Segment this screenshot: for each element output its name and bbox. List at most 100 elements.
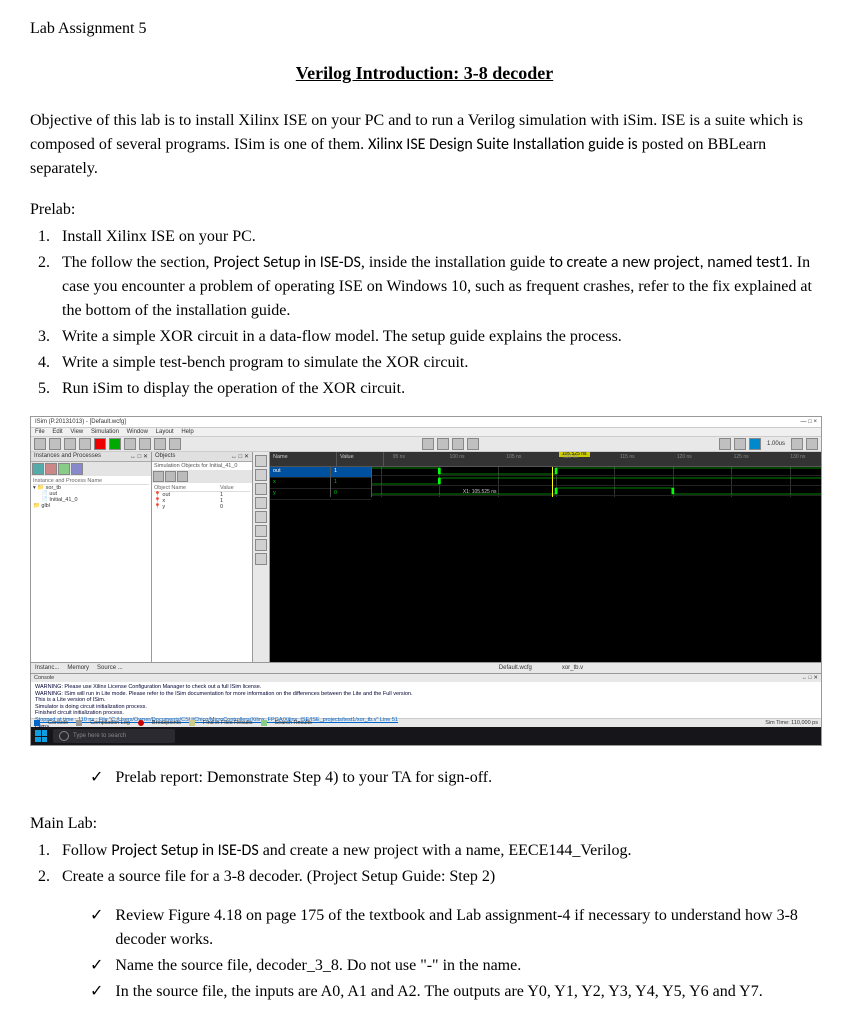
ml1-t1: Follow: [62, 842, 111, 859]
prelab-item-3: Write a simple XOR circuit in a data-flo…: [54, 325, 819, 349]
tab-source[interactable]: Source ...: [97, 665, 123, 671]
obj-title-text: Objects: [155, 453, 175, 459]
tab-breakpoints[interactable]: Breakpoints: [152, 720, 181, 726]
menu-layout[interactable]: Layout: [156, 429, 174, 435]
wave-value-header: Value: [337, 452, 384, 466]
tab-memory[interactable]: Memory: [67, 665, 89, 671]
wave-vertical-toolbar: [253, 452, 270, 662]
tree-icon[interactable]: [32, 463, 44, 475]
tab-search[interactable]: Search Results: [275, 720, 312, 726]
toolbar-icon[interactable]: [124, 438, 136, 450]
tree-item[interactable]: 📁 glbl: [33, 503, 149, 509]
wave-tool-icon[interactable]: [255, 525, 267, 537]
prelab2-t1: The follow the section,: [62, 254, 214, 271]
tab-verilog-file[interactable]: xor_tb.v: [562, 665, 583, 671]
wave-tool-icon[interactable]: [255, 539, 267, 551]
time-tick: 125 ns: [734, 454, 749, 460]
time-tick: 105 ns: [506, 454, 521, 460]
mainlab-list: Follow Project Setup in ISE-DS and creat…: [30, 839, 819, 889]
toolbar-icon[interactable]: [49, 438, 61, 450]
tree-icon[interactable]: [58, 463, 70, 475]
mainlab-check-1: Review Figure 4.18 on page 175 of the te…: [115, 904, 819, 952]
windows-taskbar: Type here to search: [31, 727, 821, 745]
signal-name[interactable]: x: [270, 478, 330, 489]
menu-simulation[interactable]: Simulation: [91, 429, 119, 435]
wave-tool-icon[interactable]: [255, 497, 267, 509]
wave-tool-icon[interactable]: [255, 483, 267, 495]
prelab-item-2: The follow the section, Project Setup in…: [54, 251, 819, 323]
tab-find[interactable]: Find in Files Results: [203, 720, 253, 726]
breakpoints-tab-icon: [138, 720, 144, 726]
tab-compilation[interactable]: Compilation Log: [90, 720, 130, 726]
tree-icon[interactable]: [45, 463, 57, 475]
prelab-item-1: Install Xilinx ISE on your PC.: [54, 225, 819, 249]
obj-toolbar-icon[interactable]: [165, 471, 176, 482]
obj-toolbar-icon[interactable]: [177, 471, 188, 482]
sim-objects-label: Simulation Objects for Initial_41_0: [152, 462, 252, 470]
compilation-tab-icon: [76, 720, 82, 726]
menu-view[interactable]: View: [70, 429, 83, 435]
toolbar-icon[interactable]: [169, 438, 181, 450]
console-tab-icon: [34, 720, 40, 726]
prelab-report: Prelab report: Demonstrate Step 4) to yo…: [115, 766, 492, 790]
toolbar-icon[interactable]: [467, 438, 479, 450]
prelab-item-4: Write a simple test-bench program to sim…: [54, 351, 819, 375]
toolbar-icon[interactable]: [154, 438, 166, 450]
toolbar-icon[interactable]: [422, 438, 434, 450]
obj-row[interactable]: 📍 y0: [154, 504, 250, 510]
wave-tool-icon[interactable]: [255, 511, 267, 523]
toolbar-icon[interactable]: [437, 438, 449, 450]
toolbar-icon[interactable]: [719, 438, 731, 450]
wave-tool-icon[interactable]: [255, 455, 267, 467]
toolbar-icon[interactable]: [791, 438, 803, 450]
check-icon: ✓: [90, 766, 103, 790]
wave-tool-icon[interactable]: [255, 553, 267, 565]
toolbar-icon[interactable]: [734, 438, 746, 450]
signal-value: 0: [331, 489, 371, 500]
objects-pane: Objects ↔ □ ✕ Simulation Objects for Ini…: [152, 452, 253, 662]
find-tab-icon: [189, 720, 195, 726]
windows-start-icon[interactable]: [35, 730, 47, 742]
time-tick: 130 ns: [790, 454, 805, 460]
check-icon: ✓: [90, 954, 103, 978]
wave-tool-icon[interactable]: [255, 469, 267, 481]
ml1-t2: Project Setup in ISE-DS: [111, 841, 258, 860]
toolbar-icon[interactable]: [64, 438, 76, 450]
window-titlebar: ISim (P.20131013) - [Default.wcfg] — □ ×: [31, 417, 821, 428]
mainlab-check-2: Name the source file, decoder_3_8. Do no…: [115, 954, 521, 978]
doc-title: Verilog Introduction: 3-8 decoder: [30, 63, 819, 84]
menu-help[interactable]: Help: [181, 429, 193, 435]
obj-toolbar-icon[interactable]: [153, 471, 164, 482]
signal-name[interactable]: y: [270, 489, 330, 500]
signal-name[interactable]: out: [270, 467, 330, 478]
objects-title: Objects ↔ □ ✕: [152, 452, 252, 462]
menu-file[interactable]: File: [35, 429, 45, 435]
objective-paragraph: Objective of this lab is to install Xili…: [30, 109, 819, 181]
obj-col-name: Object Name: [154, 485, 220, 491]
toolbar-icon[interactable]: [94, 438, 106, 450]
mainlab-item-1: Follow Project Setup in ISE-DS and creat…: [54, 839, 819, 863]
taskbar-search[interactable]: Type here to search: [53, 729, 175, 743]
tab-wavefile[interactable]: Default.wcfg: [499, 665, 532, 671]
tree-icon[interactable]: [71, 463, 83, 475]
console-line: Finished circuit initialization process.: [35, 710, 817, 717]
tab-instances[interactable]: Instanc...: [35, 665, 59, 671]
window-controls: — □ ×: [801, 419, 817, 425]
menu-window[interactable]: Window: [127, 429, 148, 435]
time-tick: 100 ns: [450, 454, 465, 460]
menu-edit[interactable]: Edit: [52, 429, 62, 435]
toolbar-icon[interactable]: [139, 438, 151, 450]
obj-col-value: Value: [220, 485, 250, 491]
toolbar-relaunch-icon[interactable]: [806, 438, 818, 450]
tab-console[interactable]: Console: [48, 720, 68, 726]
prelab2-t4: to create a new project, named test1.: [549, 253, 793, 272]
toolbar-play-icon[interactable]: [749, 438, 761, 450]
toolbar-icon[interactable]: [109, 438, 121, 450]
cursor-marker-label: X1: 105.525 ns: [463, 489, 497, 495]
toolbar-icon[interactable]: [34, 438, 46, 450]
prelab2-t3: , inside the installation guide: [361, 254, 549, 271]
toolbar-icon[interactable]: [79, 438, 91, 450]
toolbar-icon[interactable]: [452, 438, 464, 450]
waveform-traces[interactable]: [372, 467, 821, 497]
console-line: Simulator is doing circuit initializatio…: [35, 704, 817, 711]
